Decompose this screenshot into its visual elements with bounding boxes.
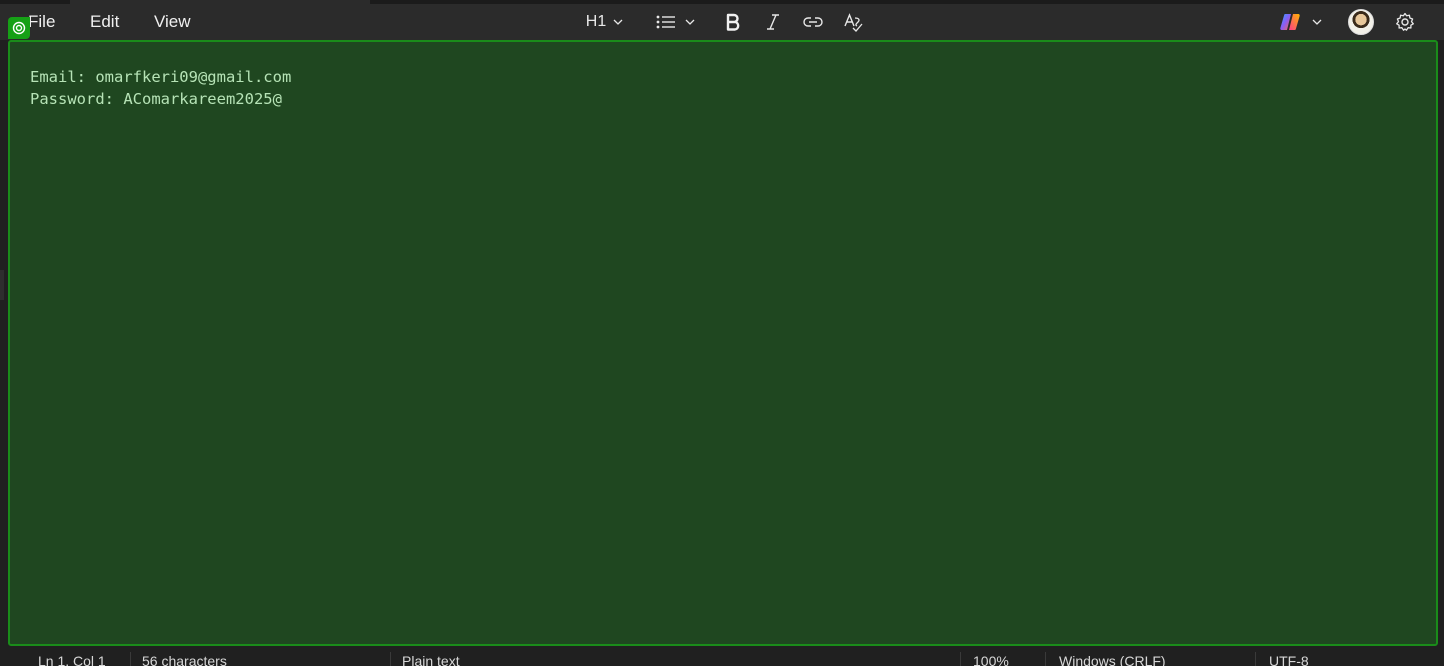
chevron-down-icon xyxy=(1312,19,1322,25)
bold-button[interactable] xyxy=(720,8,746,36)
heading-dropdown[interactable]: H1 xyxy=(580,8,630,36)
menu-file[interactable]: File xyxy=(28,12,55,32)
editor-content[interactable]: Email: omarfkeri09@gmail.com Password: AC… xyxy=(30,66,291,110)
avatar xyxy=(1348,9,1374,35)
line-ending[interactable]: Windows (CRLF) xyxy=(1059,653,1166,666)
copilot-icon xyxy=(1280,14,1300,30)
menu-bar: File Edit View H1 xyxy=(0,4,1444,40)
link-button[interactable] xyxy=(800,8,826,36)
character-count: 56 characters xyxy=(142,653,227,666)
status-divider xyxy=(1255,652,1256,666)
list-dropdown[interactable] xyxy=(650,8,702,36)
editor-line: Password: AComarkareem2025@ xyxy=(30,90,282,108)
format-indicator[interactable]: Plain text xyxy=(402,653,460,666)
chevron-down-icon xyxy=(685,19,695,25)
status-bar: Ln 1, Col 1 56 characters Plain text 100… xyxy=(0,648,1444,666)
link-icon xyxy=(803,17,823,27)
spell-check-button[interactable] xyxy=(840,8,866,36)
italic-icon xyxy=(767,14,779,30)
window-edge xyxy=(0,270,4,300)
status-divider xyxy=(130,652,131,666)
account-button[interactable] xyxy=(1346,8,1376,36)
editor-line: Email: omarfkeri09@gmail.com xyxy=(30,68,292,86)
italic-button[interactable] xyxy=(760,8,786,36)
spell-check-icon xyxy=(844,13,863,32)
cursor-position: Ln 1, Col 1 xyxy=(38,653,106,666)
text-editor[interactable]: Email: omarfkeri09@gmail.com Password: AC… xyxy=(8,40,1438,646)
status-divider xyxy=(1045,652,1046,666)
bulleted-list-icon xyxy=(656,15,675,29)
encoding[interactable]: UTF-8 xyxy=(1269,653,1309,666)
settings-button[interactable] xyxy=(1392,8,1418,36)
chevron-down-icon xyxy=(613,19,623,25)
heading-label: H1 xyxy=(585,13,607,30)
focus-indicator-icon xyxy=(8,17,30,39)
zoom-level[interactable]: 100% xyxy=(973,653,1009,666)
notepad-window: File Edit View H1 Email: omarfkeri09@gma… xyxy=(0,0,1444,666)
status-divider xyxy=(960,652,961,666)
bold-icon xyxy=(726,13,740,31)
menu-edit[interactable]: Edit xyxy=(90,12,119,32)
gear-icon xyxy=(1396,12,1414,31)
menu-view[interactable]: View xyxy=(154,12,191,32)
copilot-button[interactable] xyxy=(1276,8,1326,36)
status-divider xyxy=(390,652,391,666)
